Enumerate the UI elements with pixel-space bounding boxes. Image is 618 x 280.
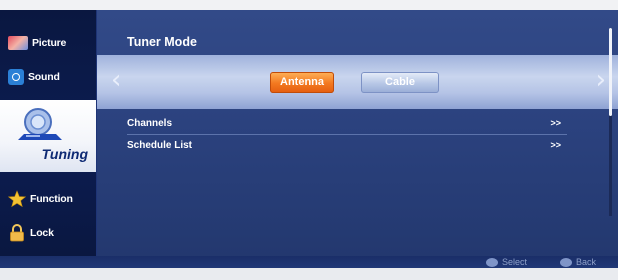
cable-button[interactable]: Cable bbox=[361, 72, 439, 93]
double-chevron-icon: >> bbox=[550, 140, 561, 150]
back-label: Back bbox=[576, 257, 597, 267]
antenna-button[interactable]: Antenna bbox=[270, 72, 334, 93]
menu-row-schedule-list[interactable]: Schedule List >> bbox=[127, 140, 567, 156]
sound-icon bbox=[8, 69, 24, 85]
select-hint: Select bbox=[486, 256, 527, 268]
sidebar-item-function[interactable]: Function bbox=[8, 188, 73, 210]
sidebar-item-lock[interactable]: Lock bbox=[8, 222, 54, 244]
chevron-left-icon[interactable]: ‹ bbox=[111, 67, 121, 93]
tuning-icon bbox=[18, 108, 62, 140]
sidebar-item-label: Lock bbox=[30, 227, 54, 239]
tv-bezel-top bbox=[0, 0, 618, 10]
menu-row-label: Channels bbox=[127, 118, 173, 129]
sidebar-item-label: Function bbox=[30, 193, 73, 205]
page-title: Tuner Mode bbox=[127, 35, 197, 49]
sidebar: Picture Sound Tuning Function Lock bbox=[0, 10, 97, 256]
tv-screen: Picture Sound Tuning Function Lock Tuner… bbox=[0, 10, 618, 268]
picture-icon bbox=[8, 36, 28, 50]
select-label: Select bbox=[502, 257, 528, 267]
sidebar-item-tuning[interactable]: Tuning bbox=[0, 100, 96, 172]
sidebar-item-sound[interactable]: Sound bbox=[8, 66, 60, 88]
sidebar-item-picture[interactable]: Picture bbox=[8, 32, 66, 54]
double-chevron-icon: >> bbox=[550, 118, 561, 128]
tuner-mode-selector: ‹ Antenna Cable › bbox=[97, 55, 618, 109]
lock-icon bbox=[8, 224, 26, 242]
chevron-right-icon[interactable]: › bbox=[596, 67, 606, 93]
sidebar-item-label: Sound bbox=[28, 71, 60, 83]
back-hint: Back bbox=[560, 256, 596, 268]
star-icon bbox=[8, 190, 26, 208]
sidebar-item-label: Tuning bbox=[41, 146, 88, 162]
menu-row-channels[interactable]: Channels >> bbox=[127, 118, 567, 135]
sidebar-item-label: Picture bbox=[32, 37, 67, 49]
menu-row-label: Schedule List bbox=[127, 140, 193, 151]
scrollbar-thumb[interactable] bbox=[609, 28, 612, 116]
select-remote-icon bbox=[486, 257, 498, 267]
main-panel: Tuner Mode ‹ Antenna Cable › Channels >>… bbox=[97, 10, 618, 256]
tv-bezel-bottom bbox=[0, 268, 618, 280]
back-remote-icon bbox=[560, 257, 572, 267]
footer-hints: Select Back bbox=[0, 256, 618, 268]
